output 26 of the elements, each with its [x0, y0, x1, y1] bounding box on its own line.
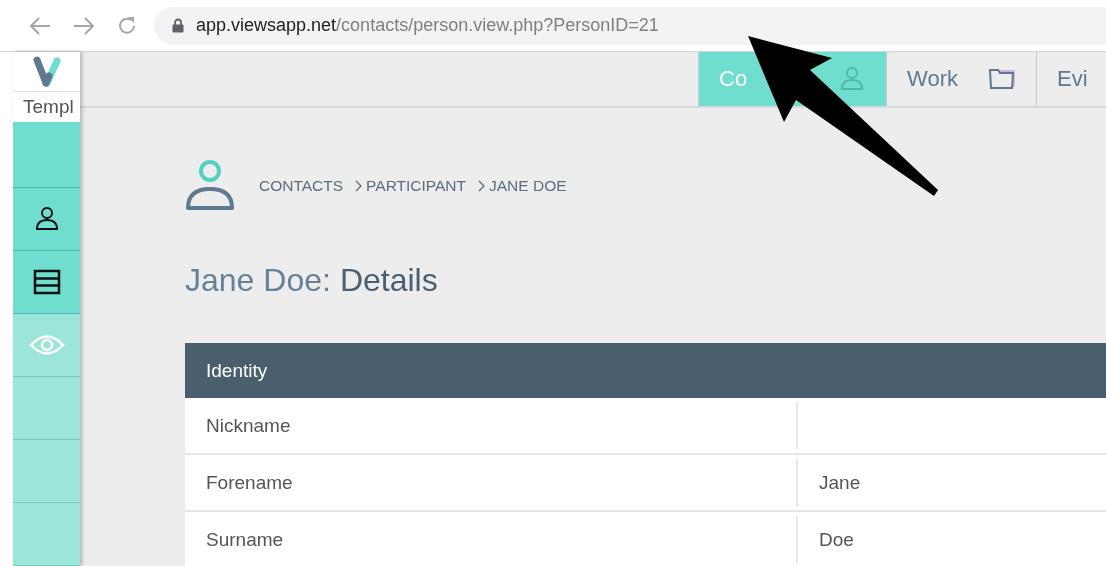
logo-icon[interactable] — [31, 55, 62, 88]
page-title: Jane Doe: — [185, 262, 331, 299]
lock-icon — [172, 18, 184, 33]
breadcrumb-link[interactable]: PARTICIPANT — [366, 177, 466, 195]
nav-tab[interactable]: Evi — [1036, 52, 1106, 106]
forward-icon[interactable] — [72, 15, 96, 36]
person-icon — [185, 160, 237, 212]
field-label: Surname — [206, 528, 284, 551]
field-value: Doe — [819, 528, 854, 551]
chevron-icon — [355, 180, 363, 192]
eye-icon — [28, 334, 65, 356]
field-label: Nickname — [206, 414, 291, 437]
table-icon — [32, 269, 61, 295]
page-title: Details — [339, 262, 438, 299]
chevron-icon — [478, 180, 485, 192]
field-label: Forename — [206, 471, 293, 494]
breadcrumb-link[interactable]: JANE DOE — [489, 177, 567, 195]
folder-icon — [988, 68, 1016, 90]
back-icon[interactable] — [28, 15, 52, 36]
address-bar[interactable]: app.viewsapp.net/contacts/person.view.php?PersonID=21 — [154, 6, 1106, 45]
breadcrumb-link[interactable]: CONTACTS — [259, 177, 344, 195]
url-text: app.viewsapp.net/contacts/person.view.php?PersonID=21 — [196, 15, 659, 36]
reload-icon[interactable] — [116, 14, 138, 37]
nav-tab[interactable]: Work — [886, 52, 1036, 106]
section-header: Identity — [185, 343, 1106, 398]
field-value: Jane — [819, 471, 861, 494]
